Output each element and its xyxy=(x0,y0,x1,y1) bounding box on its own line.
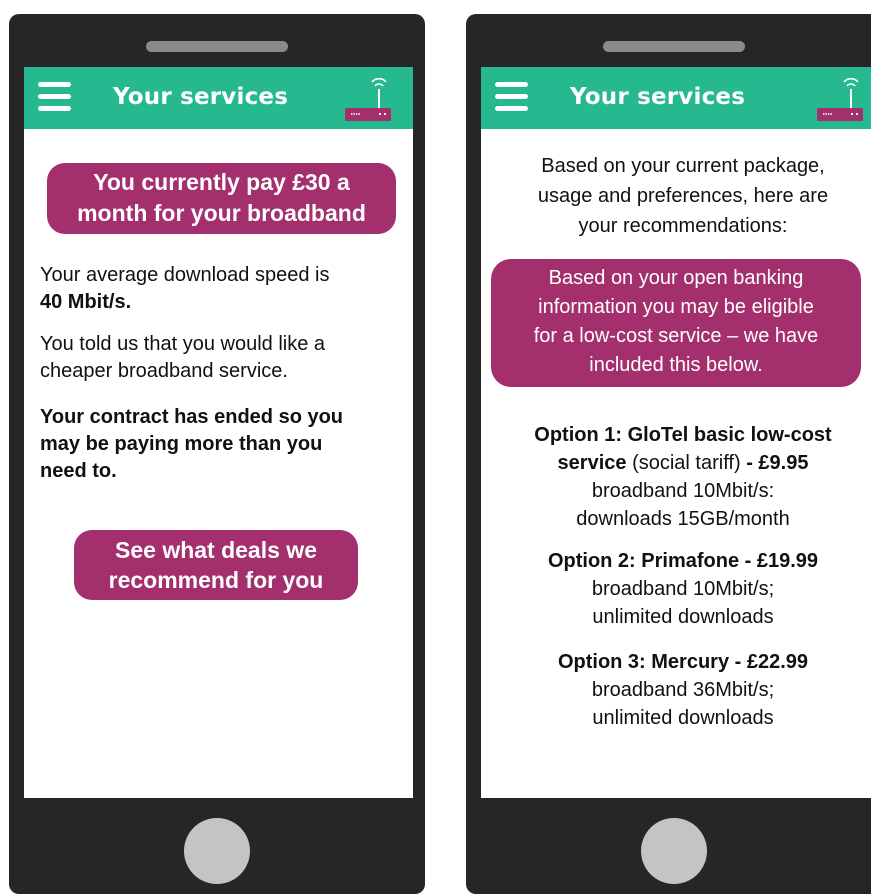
router-icon xyxy=(817,77,863,121)
option-detail: unlimited downloads xyxy=(592,707,774,729)
right-phone: Your services Based on your current pack… xyxy=(466,14,871,894)
preference-line: cheaper broadband service. xyxy=(40,360,288,382)
option-2[interactable]: Option 2: Primafone - £19.99 broadband 1… xyxy=(495,547,871,631)
speed-label: Your average download speed is xyxy=(40,264,330,286)
bank-banner-line: for a low-cost service – we have xyxy=(533,325,819,347)
option-1[interactable]: Option 1: GloTel basic low-cost service … xyxy=(495,421,871,533)
router-icon xyxy=(345,77,391,121)
home-button[interactable] xyxy=(641,818,707,884)
recommendation-intro: Based on your current package, usage and… xyxy=(495,151,871,241)
top-bar: Your services xyxy=(24,67,413,129)
option-name: service xyxy=(557,452,627,474)
home-button[interactable] xyxy=(184,818,250,884)
right-screen: Your services Based on your current pack… xyxy=(481,67,871,798)
speaker-grille xyxy=(146,41,288,52)
contract-warning: Your contract has ended so you may be pa… xyxy=(40,404,402,485)
bank-banner-line: Based on your open banking xyxy=(548,267,804,289)
price-banner-line: You currently pay £30 a xyxy=(93,169,350,195)
option-title: Option 1: GloTel basic low-cost xyxy=(534,424,832,446)
option-title: Option 2: Primafone - £19.99 xyxy=(547,550,819,572)
intro-line: Based on your current package, xyxy=(541,155,825,177)
bank-banner-line: included this below. xyxy=(589,354,763,376)
contract-line: need to. xyxy=(40,460,117,482)
contract-line: Your contract has ended so you xyxy=(40,406,344,428)
see-deals-button[interactable]: See what deals we recommend for you xyxy=(74,530,358,600)
preference-line: You told us that you would like a xyxy=(40,333,326,355)
option-name-line: service (social tariff) - £9.95 xyxy=(495,449,871,477)
intro-line: your recommendations: xyxy=(578,215,788,237)
price-banner: You currently pay £30 a month for your b… xyxy=(47,163,396,234)
page-title: Your services xyxy=(113,84,289,110)
contract-line: may be paying more than you xyxy=(40,433,323,455)
option-3[interactable]: Option 3: Mercury - £22.99 broadband 36M… xyxy=(495,648,871,732)
top-bar: Your services xyxy=(481,67,871,129)
option-detail: broadband 36Mbit/s; xyxy=(591,679,775,701)
option-detail: downloads 15GB/month xyxy=(576,508,790,530)
option-price: - £9.95 xyxy=(746,452,809,474)
left-phone: Your services You currently pay £30 a mo… xyxy=(9,14,425,894)
bank-banner-line: information you may be eligible xyxy=(538,296,814,318)
option-tariff: (social tariff) xyxy=(626,452,747,474)
page-title: Your services xyxy=(570,84,746,110)
price-banner-line: month for your broadband xyxy=(77,200,366,226)
menu-icon[interactable] xyxy=(38,82,71,112)
deals-button-line: recommend for you xyxy=(108,567,324,593)
option-detail: broadband 10Mbit/s; xyxy=(591,578,775,600)
speaker-grille xyxy=(603,41,745,52)
preference-text: You told us that you would like a cheape… xyxy=(40,331,402,385)
download-speed-text: Your average download speed is 40 Mbit/s… xyxy=(40,262,402,316)
intro-line: usage and preferences, here are xyxy=(537,185,829,207)
speed-value: 40 Mbit/s. xyxy=(40,291,132,313)
deals-button-line: See what deals we xyxy=(115,537,317,563)
option-detail: broadband 10Mbit/s: xyxy=(591,480,775,502)
left-screen: Your services You currently pay £30 a mo… xyxy=(24,67,413,798)
menu-icon[interactable] xyxy=(495,82,528,112)
open-banking-banner: Based on your open banking information y… xyxy=(491,259,861,387)
option-title: Option 3: Mercury - £22.99 xyxy=(557,651,809,673)
option-detail: unlimited downloads xyxy=(592,606,774,628)
